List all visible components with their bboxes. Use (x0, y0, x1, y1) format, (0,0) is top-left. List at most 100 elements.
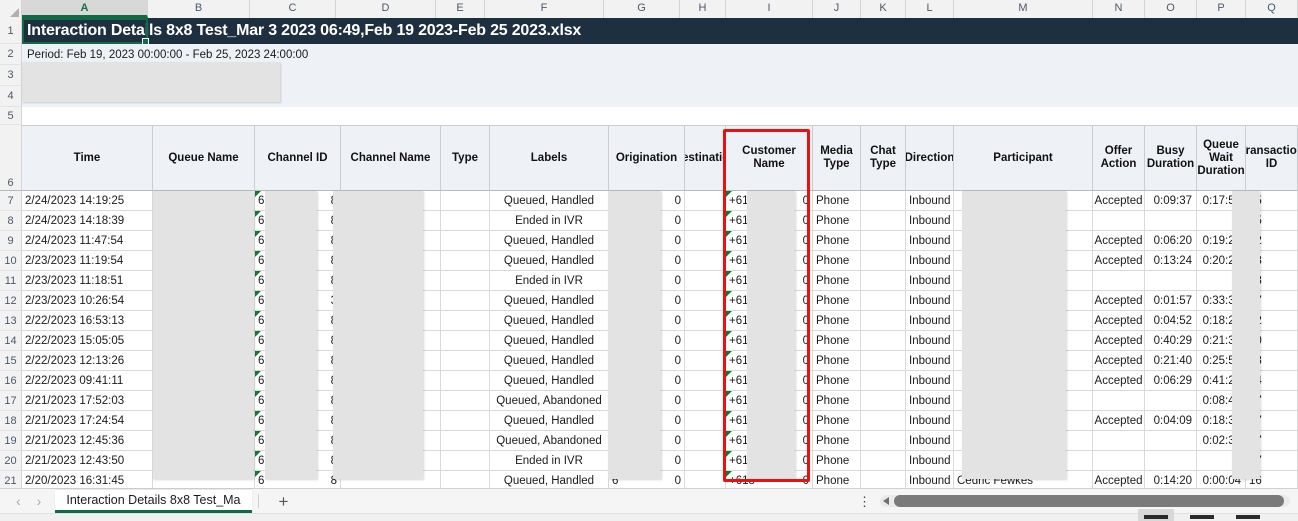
cell-txn[interactable]: 12 (1246, 311, 1298, 331)
cell-time[interactable]: 2/22/2023 12:13:26 (22, 351, 153, 371)
cell-labels[interactable]: Ended in IVR (490, 271, 609, 291)
cell-channel-id[interactable]: 68 (255, 451, 341, 471)
cell-channel-id[interactable]: 68 (255, 431, 341, 451)
cell-queue[interactable] (153, 251, 255, 271)
cell-cust[interactable]: +618 0 (726, 351, 813, 371)
next-sheet-icon[interactable]: › (37, 493, 42, 509)
cell-offer[interactable]: Accepted (1093, 231, 1145, 251)
cell-chat[interactable] (861, 191, 906, 211)
column-header-q[interactable]: Q (1246, 0, 1298, 18)
cell-channel-id[interactable]: 68 (255, 411, 341, 431)
column-header-k[interactable]: K (861, 0, 906, 18)
cell-direction[interactable]: Inbound (906, 231, 954, 251)
cell-wait[interactable]: 0:17:51 (1197, 191, 1246, 211)
cell-txn[interactable]: 17 (1246, 291, 1298, 311)
cell-participant[interactable] (954, 311, 1093, 331)
cell-txn[interactable]: 35 (1246, 211, 1298, 231)
cell-participant[interactable] (954, 291, 1093, 311)
cell-channel-id[interactable]: 68 (255, 271, 341, 291)
cell-busy[interactable]: 0:13:24 (1145, 251, 1197, 271)
select-all-corner[interactable] (0, 0, 22, 18)
cell-queue[interactable] (153, 351, 255, 371)
column-header-i[interactable]: I (726, 0, 813, 18)
cell-orig[interactable]: 60 (609, 211, 685, 231)
cell-txn[interactable]: 24 (1246, 371, 1298, 391)
cell-direction[interactable]: Inbound (906, 471, 954, 488)
table-row[interactable]: 13 2/22/2023 16:53:13 6 8 Queued, Handled 6 0 +… (0, 311, 1298, 331)
cell-busy[interactable] (1145, 391, 1197, 411)
add-sheet-icon[interactable]: + (265, 493, 303, 510)
cell-busy[interactable]: 0:01:57 (1145, 291, 1197, 311)
cell-media[interactable]: Phone (813, 231, 861, 251)
cell-time[interactable]: 2/21/2023 12:43:50 (22, 451, 153, 471)
th-queue-wait-duration[interactable]: Queue Wait Duration (1197, 125, 1246, 191)
cell-wait[interactable]: 0:00:04 (1197, 471, 1246, 488)
cell-participant[interactable] (954, 331, 1093, 351)
cell-time[interactable]: 2/21/2023 17:52:03 (22, 391, 153, 411)
cell-direction[interactable]: Inbound (906, 271, 954, 291)
cell-dest[interactable] (685, 411, 726, 431)
cell-channel-name[interactable] (341, 271, 441, 291)
cell-wait[interactable] (1197, 271, 1246, 291)
cell-time[interactable]: 2/24/2023 14:18:39 (22, 211, 153, 231)
cell-chat[interactable] (861, 371, 906, 391)
row-header-14[interactable]: 14 (0, 331, 22, 351)
cell-participant[interactable] (954, 251, 1093, 271)
cell-media[interactable]: Phone (813, 411, 861, 431)
cell-orig[interactable]: 60 (609, 411, 685, 431)
cell-txn[interactable]: 17 (1246, 451, 1298, 471)
cell-type[interactable] (441, 251, 490, 271)
cell-orig[interactable]: 60 (609, 311, 685, 331)
cell-channel-id[interactable]: 68 (255, 351, 341, 371)
cell-chat[interactable] (861, 231, 906, 251)
cell-time[interactable]: 2/24/2023 11:47:54 (22, 231, 153, 251)
cell-dest[interactable] (685, 251, 726, 271)
cell-busy[interactable]: 0:04:09 (1145, 411, 1197, 431)
cell-labels[interactable]: Queued, Handled (490, 191, 609, 211)
cell-direction[interactable]: Inbound (906, 251, 954, 271)
cell-cust[interactable]: +618 0 (726, 311, 813, 331)
cell-time[interactable]: 2/20/2023 16:31:45 (22, 471, 153, 488)
cell-dest[interactable] (685, 471, 726, 488)
row-header-4[interactable]: 4 (0, 86, 22, 107)
horizontal-scroll-thumb[interactable] (894, 495, 1284, 507)
cell-type[interactable] (441, 431, 490, 451)
cell-cust[interactable]: +618 0 (726, 211, 813, 231)
cell-offer[interactable]: Accepted (1093, 311, 1145, 331)
cell-direction[interactable]: Inbound (906, 191, 954, 211)
row-header-7[interactable]: 7 (0, 191, 22, 211)
cell-orig[interactable]: 60 (609, 351, 685, 371)
cell-cust[interactable]: +618 0 (726, 471, 813, 488)
row-header-15[interactable]: 15 (0, 351, 22, 371)
table-row[interactable]: 10 2/23/2023 11:19:54 6 8 Queued, Handled 6 0 +… (0, 251, 1298, 271)
normal-view-button[interactable] (1144, 515, 1168, 519)
cell-cust[interactable]: +618 0 (726, 231, 813, 251)
cell-txn[interactable]: 35 (1246, 191, 1298, 211)
column-header-p[interactable]: P (1197, 0, 1246, 18)
cell-channel-id[interactable]: 68 (255, 251, 341, 271)
cell-direction[interactable]: Inbound (906, 391, 954, 411)
cell-dest[interactable] (685, 231, 726, 251)
cell-media[interactable]: Phone (813, 331, 861, 351)
cell-channel-id[interactable]: 68 (255, 231, 341, 251)
column-header-n[interactable]: N (1093, 0, 1145, 18)
cell-busy[interactable] (1145, 211, 1197, 231)
cell-orig[interactable]: 60 (609, 191, 685, 211)
cell-participant[interactable] (954, 371, 1093, 391)
cell-wait[interactable]: 0:18:21 (1197, 311, 1246, 331)
cell-txn[interactable]: 18 (1246, 251, 1298, 271)
table-row[interactable]: 18 2/21/2023 17:24:54 6 8 Queued, Handled 6 0 +… (0, 411, 1298, 431)
th-customer-name[interactable]: Customer Name (726, 125, 813, 191)
th-destination[interactable]: Destination (685, 125, 726, 191)
cell-direction[interactable]: Inbound (906, 351, 954, 371)
th-direction[interactable]: Direction (906, 125, 954, 191)
th-busy-duration[interactable]: Busy Duration (1145, 125, 1197, 191)
cell-cust[interactable]: +618 0 (726, 331, 813, 351)
cell-orig[interactable]: 60 (609, 291, 685, 311)
cell-participant[interactable] (954, 191, 1093, 211)
row-header-2[interactable]: 2 (0, 44, 22, 65)
cell-dest[interactable] (685, 351, 726, 371)
th-chat-type[interactable]: Chat Type (861, 125, 906, 191)
cell-time[interactable]: 2/22/2023 09:41:11 (22, 371, 153, 391)
page-layout-view-button[interactable] (1190, 515, 1214, 519)
